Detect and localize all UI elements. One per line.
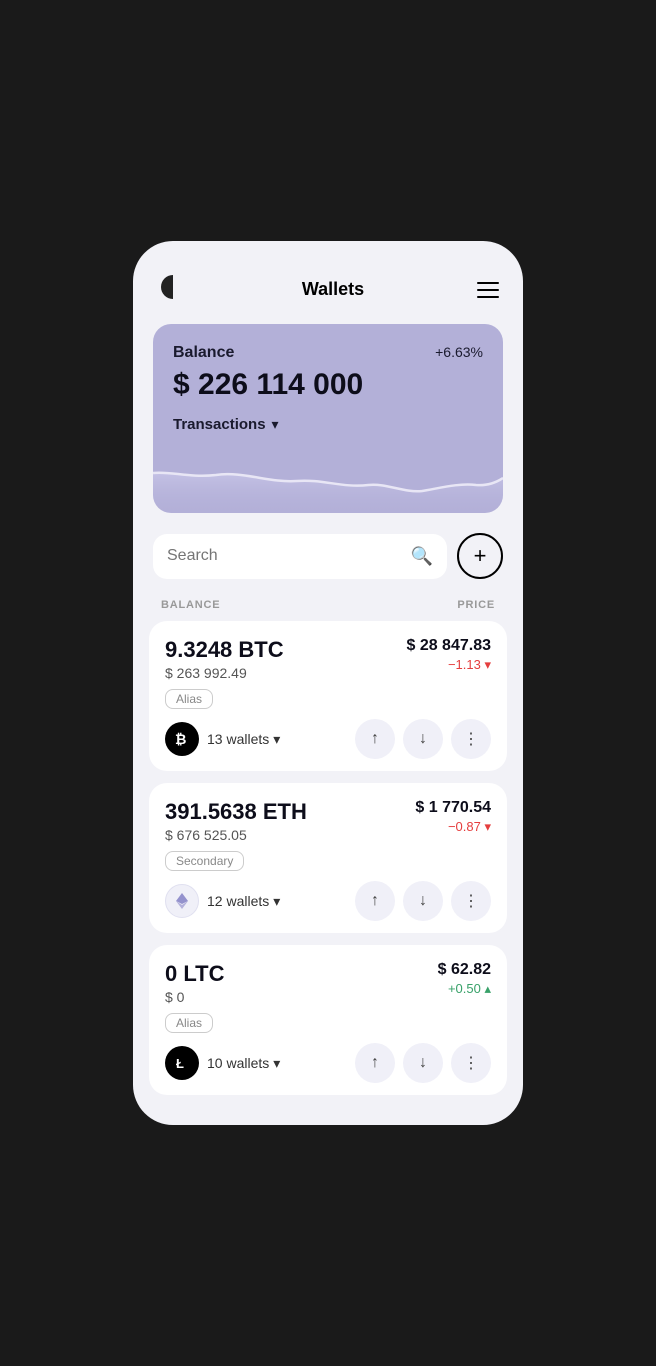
ltc-amount: 0 LTC (165, 961, 224, 987)
btc-more-button[interactable]: ⋮ (451, 719, 491, 759)
search-input[interactable] (167, 547, 403, 565)
search-box[interactable]: 🔍 (153, 534, 447, 579)
balance-amount: $ 226 114 000 (173, 368, 483, 402)
transactions-label: Transactions (173, 416, 266, 433)
eth-wallet-count[interactable]: 12 wallets ▾ (207, 893, 280, 910)
eth-usd: $ 676 525.05 (165, 827, 307, 843)
btc-wallet-count[interactable]: 13 wallets ▾ (207, 731, 280, 748)
btc-alias: Alias (165, 689, 213, 709)
menu-button[interactable] (477, 282, 499, 298)
eth-send-button[interactable]: ↑ (355, 881, 395, 921)
coin-card-eth: 391.5638 ETH $ 676 525.05 $ 1 770.54 −0.… (149, 783, 507, 933)
ltc-actions: ↑ ↓ ⋮ (355, 1043, 491, 1083)
eth-more-button[interactable]: ⋮ (451, 881, 491, 921)
coin-list: 9.3248 BTC $ 263 992.49 $ 28 847.83 −1.1… (133, 621, 523, 1095)
eth-actions: ↑ ↓ ⋮ (355, 881, 491, 921)
svg-text:Ł: Ł (176, 1056, 184, 1071)
eth-receive-button[interactable]: ↓ (403, 881, 443, 921)
search-icon: 🔍 (411, 546, 433, 567)
balance-label: Balance (173, 344, 234, 362)
price-header-label: PRICE (457, 599, 495, 611)
btc-receive-button[interactable]: ↓ (403, 719, 443, 759)
ltc-price: $ 62.82 (438, 961, 491, 979)
transactions-chevron: ▾ (272, 416, 279, 433)
ltc-usd: $ 0 (165, 989, 224, 1005)
btc-price: $ 28 847.83 (406, 637, 491, 655)
btc-change: −1.13 ▾ (406, 657, 491, 673)
coin-card-ltc: 0 LTC $ 0 $ 62.82 +0.50 ▴ Alias Ł (149, 945, 507, 1095)
app-logo (157, 271, 189, 308)
btc-actions: ↑ ↓ ⋮ (355, 719, 491, 759)
btc-usd: $ 263 992.49 (165, 665, 284, 681)
balance-change: +6.63% (435, 344, 483, 360)
transactions-row[interactable]: Transactions ▾ (173, 416, 483, 433)
btc-wallets-chevron: ▾ (273, 731, 280, 748)
table-headers: BALANCE PRICE (133, 595, 523, 621)
balance-card: Balance +6.63% $ 226 114 000 Transaction… (153, 324, 503, 513)
balance-chart (153, 443, 503, 513)
btc-amount: 9.3248 BTC (165, 637, 284, 663)
add-wallet-button[interactable]: + (457, 533, 503, 579)
eth-logo (165, 884, 199, 918)
btc-send-button[interactable]: ↑ (355, 719, 395, 759)
btc-logo: ₿ (165, 722, 199, 756)
ltc-wallets-chevron: ▾ (273, 1055, 280, 1072)
eth-change: −0.87 ▾ (415, 819, 491, 835)
eth-amount: 391.5638 ETH (165, 799, 307, 825)
ltc-wallet-count[interactable]: 10 wallets ▾ (207, 1055, 280, 1072)
ltc-send-button[interactable]: ↑ (355, 1043, 395, 1083)
eth-price: $ 1 770.54 (415, 799, 491, 817)
balance-header-label: BALANCE (161, 599, 220, 611)
app-header: Wallets (133, 261, 523, 324)
ltc-logo: Ł (165, 1046, 199, 1080)
ltc-change: +0.50 ▴ (438, 981, 491, 997)
ltc-alias: Alias (165, 1013, 213, 1033)
ltc-receive-button[interactable]: ↓ (403, 1043, 443, 1083)
page-title: Wallets (302, 279, 364, 300)
svg-text:₿: ₿ (175, 731, 186, 747)
coin-card-btc: 9.3248 BTC $ 263 992.49 $ 28 847.83 −1.1… (149, 621, 507, 771)
eth-wallets-chevron: ▾ (273, 893, 280, 910)
search-row: 🔍 + (133, 533, 523, 595)
ltc-more-button[interactable]: ⋮ (451, 1043, 491, 1083)
eth-alias: Secondary (165, 851, 244, 871)
